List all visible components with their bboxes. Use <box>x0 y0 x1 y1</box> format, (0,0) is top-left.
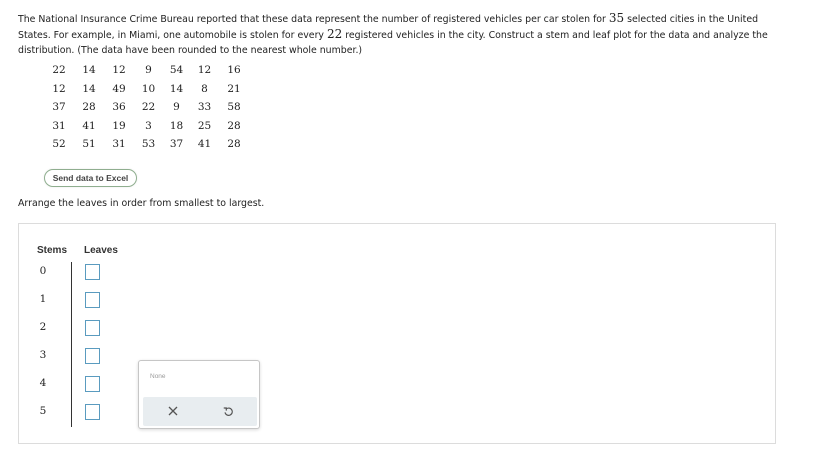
undo-button[interactable] <box>220 403 236 419</box>
data-cell: 14 <box>169 82 184 95</box>
popover-actions <box>143 397 257 426</box>
leaf-input-stem-1[interactable] <box>85 292 100 308</box>
data-cell: 33 <box>197 101 212 114</box>
data-cell: 22 <box>141 101 156 114</box>
leaf-input-stem-0[interactable] <box>85 264 100 280</box>
data-cell: 28 <box>227 138 241 151</box>
data-cell: 12 <box>52 82 66 95</box>
data-row: 31 41 19 3 18 25 28 <box>44 117 249 136</box>
stem-value: 3 <box>39 349 47 361</box>
stem-value: 5 <box>39 405 47 417</box>
data-cell: 52 <box>52 138 66 151</box>
leaf-input-stem-4[interactable] <box>85 376 100 392</box>
problem-statement: The National Insurance Crime Bureau repo… <box>18 11 768 56</box>
data-cell: 16 <box>227 64 241 77</box>
stem-value: 2 <box>39 321 47 333</box>
data-cell: 51 <box>82 138 96 151</box>
answer-area: Stems Leaves 0 1 2 3 4 5 <box>18 223 776 444</box>
data-cell: 58 <box>227 101 241 114</box>
data-row: 22 14 12 9 54 12 16 <box>44 61 249 80</box>
leaf-input-stem-3[interactable] <box>85 348 100 364</box>
data-cell: 8 <box>201 82 208 95</box>
data-cell: 18 <box>169 119 184 132</box>
data-cell: 53 <box>141 138 156 151</box>
instruction-text: Arrange the leaves in order from smalles… <box>18 198 265 209</box>
data-cell: 37 <box>169 138 184 151</box>
close-icon <box>168 406 178 416</box>
stems-header: Stems <box>37 245 68 256</box>
data-cell: 9 <box>145 64 152 77</box>
data-cell: 36 <box>112 101 126 114</box>
stem-value: 1 <box>39 293 47 305</box>
data-cell: 49 <box>112 82 126 95</box>
data-cell: 3 <box>145 119 152 132</box>
data-cell: 28 <box>82 101 96 114</box>
data-cell: 19 <box>112 119 126 132</box>
stem-divider <box>71 262 72 427</box>
data-row: 52 51 31 53 37 41 28 <box>44 135 249 154</box>
data-cell: 12 <box>112 64 126 77</box>
popover-value: None <box>150 373 166 380</box>
send-to-excel-button[interactable]: Send data to Excel <box>44 169 137 187</box>
leaves-header: Leaves <box>84 245 118 256</box>
data-cell: 21 <box>227 82 241 95</box>
leaf-input-stem-5[interactable] <box>85 404 100 420</box>
data-cell: 25 <box>197 119 212 132</box>
stem-value: 4 <box>39 377 47 389</box>
data-cell: 31 <box>112 138 126 151</box>
data-cell: 22 <box>52 64 66 77</box>
data-cell: 54 <box>169 64 184 77</box>
data-cell: 14 <box>82 64 96 77</box>
data-cell: 41 <box>82 119 96 132</box>
data-cell: 28 <box>227 119 241 132</box>
data-cell: 14 <box>82 82 96 95</box>
data-cell: 31 <box>52 119 66 132</box>
num-vehicles: 22 <box>326 27 343 41</box>
data-cell: 41 <box>197 138 212 151</box>
input-popover: None <box>138 360 260 429</box>
data-cell: 9 <box>173 101 180 114</box>
data-cell: 12 <box>197 64 212 77</box>
data-cell: 37 <box>52 101 66 114</box>
data-row: 37 28 36 22 9 33 58 <box>44 98 249 117</box>
data-cell: 10 <box>141 82 156 95</box>
num-cities: 35 <box>608 11 625 25</box>
data-table: 22 14 12 9 54 12 16 12 14 49 10 14 8 21 37 28 36 22 9 33 58 3… <box>44 61 249 154</box>
data-row: 12 14 49 10 14 8 21 <box>44 80 249 99</box>
clear-button[interactable] <box>165 403 181 419</box>
leaf-input-stem-2[interactable] <box>85 320 100 336</box>
stem-value: 0 <box>39 265 47 277</box>
undo-icon <box>223 406 233 416</box>
